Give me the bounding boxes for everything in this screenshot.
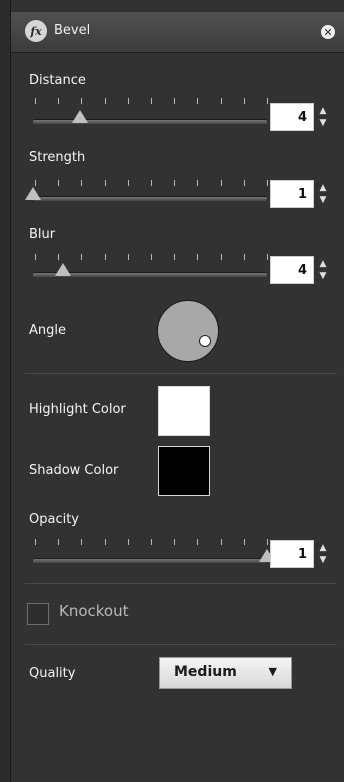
quality-selected-value: Medium [174,664,237,680]
slider-tick [174,180,175,186]
title-bar: fx Bevel ✕ [11,12,344,53]
distance-ticks [35,98,268,104]
quality-label: Quality [29,666,76,681]
blur-label: Blur [29,227,56,242]
divider [25,644,337,645]
strength-label: Strength [29,150,86,165]
distance-slider-thumb[interactable] [72,110,88,123]
slider-tick [105,539,106,545]
blur-slider-thumb[interactable] [55,263,71,276]
strength-ticks [35,180,268,186]
slider-tick [151,98,152,104]
angle-label: Angle [29,323,66,338]
slider-tick [267,180,268,186]
slider-tick [58,180,59,186]
shadow-color-label: Shadow Color [29,463,119,478]
opacity-value-field[interactable]: 1 [270,540,314,568]
opacity-stepper[interactable]: ▲ ▼ [317,542,329,566]
shadow-color-swatch[interactable] [158,446,210,496]
angle-handle[interactable] [199,335,211,347]
slider-tick [174,98,175,104]
slider-tick [197,98,198,104]
slider-tick [244,539,245,545]
slider-tick [105,98,106,104]
highlight-color-swatch[interactable] [158,386,210,436]
slider-tick [128,98,129,104]
slider-tick [197,254,198,260]
slider-tick [221,254,222,260]
slider-tick [174,254,175,260]
distance-slider-track[interactable] [33,119,267,124]
blur-ticks [35,254,268,260]
slider-tick [35,180,36,186]
slider-tick [174,539,175,545]
opacity-label: Opacity [29,512,80,527]
strength-stepper[interactable]: ▲ ▼ [317,182,329,206]
slider-tick [81,98,82,104]
knockout-label: Knockout [59,602,129,620]
slider-tick [35,539,36,545]
slider-tick [81,254,82,260]
slider-tick [267,539,268,545]
slider-tick [221,180,222,186]
strength-slider-track[interactable] [33,196,267,201]
divider [25,373,337,374]
slider-tick [128,180,129,186]
slider-tick [81,539,82,545]
slider-tick [35,254,36,260]
blur-value-field[interactable]: 4 [270,256,314,284]
slider-tick [221,98,222,104]
strength-slider-thumb[interactable] [25,187,41,200]
triangle-up-icon[interactable]: ▲ [317,105,329,117]
slider-tick [151,539,152,545]
strength-value-field[interactable]: 1 [270,180,314,208]
blur-stepper[interactable]: ▲ ▼ [317,258,329,282]
angle-dial[interactable] [157,300,219,362]
triangle-down-icon[interactable]: ▼ [317,554,329,566]
close-icon[interactable]: ✕ [321,25,335,39]
bevel-panel: fx Bevel ✕ Distance 4 ▲ ▼ Strength 1 ▲ ▼… [10,0,344,782]
slider-tick [267,98,268,104]
slider-tick [105,180,106,186]
slider-tick [197,539,198,545]
slider-tick [221,539,222,545]
triangle-up-icon[interactable]: ▲ [317,182,329,194]
distance-value-field[interactable]: 4 [270,103,314,131]
opacity-ticks [35,539,268,545]
triangle-down-icon[interactable]: ▼ [317,270,329,282]
triangle-down-icon[interactable]: ▼ [317,117,329,129]
slider-tick [128,539,129,545]
slider-tick [151,180,152,186]
slider-tick [197,180,198,186]
fx-icon: fx [25,20,47,42]
slider-tick [244,98,245,104]
knockout-checkbox[interactable] [27,603,49,625]
distance-stepper[interactable]: ▲ ▼ [317,105,329,129]
slider-tick [105,254,106,260]
slider-tick [244,254,245,260]
slider-tick [151,254,152,260]
slider-tick [58,539,59,545]
slider-tick [81,180,82,186]
slider-tick [58,254,59,260]
panel-title: Bevel [54,23,91,38]
slider-tick [244,180,245,186]
slider-tick [128,254,129,260]
triangle-down-icon[interactable]: ▼ [317,194,329,206]
distance-label: Distance [29,73,86,88]
slider-tick [35,98,36,104]
slider-tick [267,254,268,260]
slider-tick [58,98,59,104]
highlight-color-label: Highlight Color [29,402,126,417]
divider [25,583,337,584]
triangle-up-icon[interactable]: ▲ [317,258,329,270]
triangle-down-icon: ▼ [268,665,277,678]
triangle-up-icon[interactable]: ▲ [317,542,329,554]
opacity-slider-track[interactable] [33,558,267,563]
quality-dropdown[interactable]: Medium ▼ [159,657,292,689]
